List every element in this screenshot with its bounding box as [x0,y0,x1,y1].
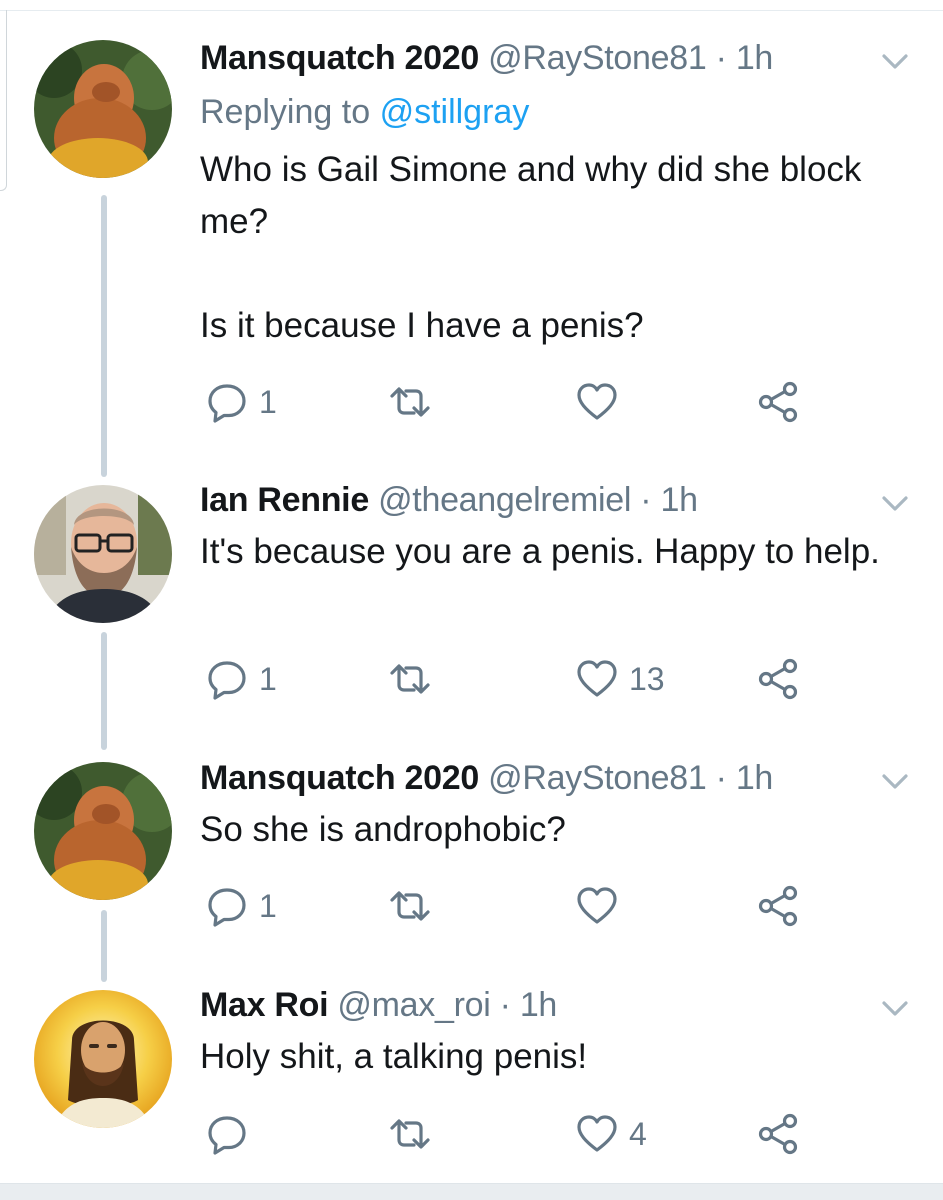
tweet-header: Ian Rennie @theangelremiel · 1h [200,480,698,520]
reply-icon [208,1116,246,1155]
reply-icon [208,888,246,927]
like-icon [577,1115,617,1152]
reply-icon [208,384,246,423]
like-icon [577,383,617,420]
tweet-header: Mansquatch 2020 @RayStone81 · 1h [200,758,773,798]
top-divider [0,10,943,11]
separator-dot: · [715,759,727,797]
handle[interactable]: @theangelremiel [378,481,631,519]
like-count: 13 [629,660,665,697]
separator-dot: · [499,986,511,1024]
thread-line [101,195,107,477]
share-icon [758,658,798,700]
share-icon [758,1113,798,1155]
handle[interactable]: @RayStone81 [488,759,707,797]
replying-to-mention[interactable]: @stillgray [380,93,530,131]
display-name[interactable]: Mansquatch 2020 [200,759,479,797]
retweet-button[interactable] [388,380,442,424]
handle[interactable]: @max_roi [337,986,490,1024]
avatar[interactable] [34,990,172,1128]
retweet-button[interactable] [388,884,442,928]
retweet-button[interactable] [388,657,442,701]
share-button[interactable] [757,657,801,701]
share-icon [758,381,798,423]
retweet-icon [390,387,430,417]
handle[interactable]: @RayStone81 [488,39,707,77]
tweet-text: It's because you are a penis. Happy to h… [200,532,880,571]
tweet-text: Who is Gail Simone and why did she block… [200,150,862,345]
timestamp[interactable]: 1h [736,39,774,77]
timestamp[interactable]: 1h [520,986,558,1024]
share-button[interactable] [757,884,801,928]
reply-count: 1 [259,887,277,924]
chevron-down-icon[interactable] [880,494,910,514]
chevron-down-icon[interactable] [880,999,910,1019]
share-icon [758,885,798,927]
reply-button[interactable]: 1 [205,380,277,424]
reply-button[interactable] [205,1112,259,1156]
tweet-text: So she is androphobic? [200,810,566,849]
replying-to-label: Replying to [200,93,371,131]
frame-corner [0,10,7,191]
timestamp[interactable]: 1h [660,481,698,519]
retweet-icon [390,1119,430,1149]
chevron-down-icon[interactable] [880,772,910,792]
tweet-header: Mansquatch 2020 @RayStone81 · 1h [200,38,773,78]
display-name[interactable]: Max Roi [200,986,329,1024]
share-button[interactable] [757,380,801,424]
replying-to: Replying to @stillgray [200,92,529,132]
bottom-bar [0,1183,943,1200]
display-name[interactable]: Mansquatch 2020 [200,39,479,77]
retweet-button[interactable] [388,1112,442,1156]
retweet-icon [390,891,430,921]
tweet-header: Max Roi @max_roi · 1h [200,985,557,1025]
like-button[interactable]: 4 [575,1112,647,1156]
like-icon [577,660,617,697]
separator-dot: · [640,481,652,519]
display-name[interactable]: Ian Rennie [200,481,369,519]
reply-icon [208,661,246,700]
like-button[interactable] [575,884,629,928]
tweet-text: Holy shit, a talking penis! [200,1037,588,1076]
tweet-thread: Mansquatch 2020 @RayStone81 · 1h Replyin… [0,0,943,1200]
like-button[interactable]: 13 [575,657,665,701]
avatar-image-max-roi [34,990,172,1128]
timestamp[interactable]: 1h [736,759,774,797]
separator-dot: · [715,39,727,77]
share-button[interactable] [757,1112,801,1156]
reply-count: 1 [259,660,277,697]
avatar[interactable] [34,762,172,900]
like-button[interactable] [575,380,629,424]
thread-line [101,910,107,982]
avatar[interactable] [34,40,172,178]
like-count: 4 [629,1115,647,1152]
reply-button[interactable]: 1 [205,884,277,928]
avatar-image-ian-rennie [34,485,172,623]
reply-button[interactable]: 1 [205,657,277,701]
avatar-image-mansquatch [34,40,172,178]
reply-count: 1 [259,383,277,420]
avatar[interactable] [34,485,172,623]
chevron-down-icon[interactable] [880,52,910,72]
thread-line [101,632,107,750]
like-icon [577,887,617,924]
retweet-icon [390,664,430,694]
avatar-image-mansquatch [34,762,172,900]
